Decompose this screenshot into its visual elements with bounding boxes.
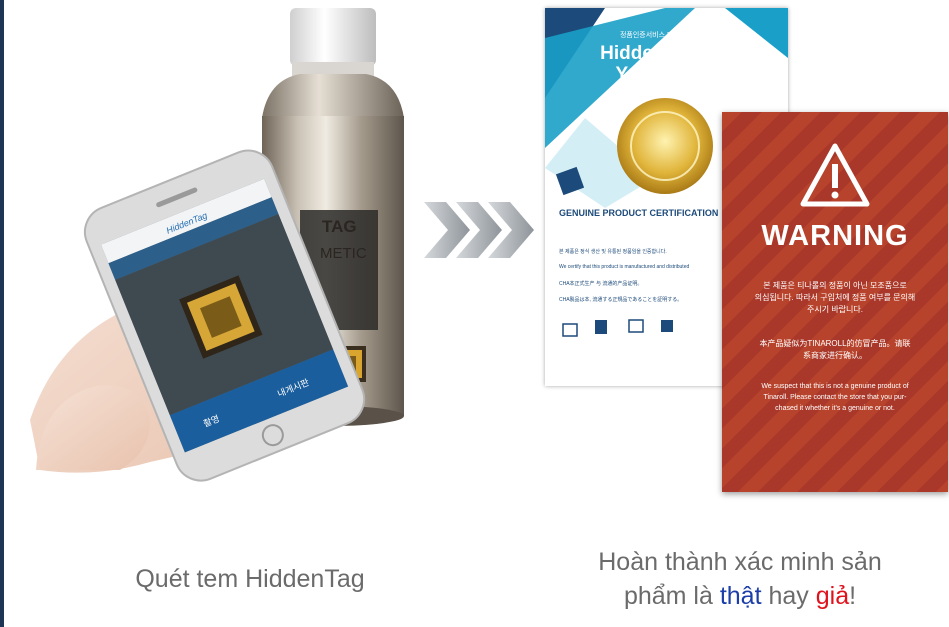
warning-zh-line2: 系商家进行确认。	[803, 351, 867, 360]
real-word: thật	[719, 582, 762, 610]
chevron-arrows-icon	[424, 202, 534, 258]
verify-caption-suffix: !	[849, 582, 857, 610]
bottle-label-line1: TAG	[322, 217, 357, 236]
warning-title: WARNING	[761, 220, 909, 252]
warning-ko-line2: 의심됩니다. 따라서 구입처에 정품 여부를 문의해	[754, 293, 916, 302]
certificate-line1: 본 제품은 정식 생산 및 유통된 정품임을 인증합니다.	[559, 249, 667, 255]
scan-caption: Quét tem HiddenTag	[135, 565, 365, 593]
warning-zh-line1: 本产品疑似为TINAROLL的仿冒产品。请联	[759, 339, 911, 348]
verify-caption-prefix: phẩm là	[623, 582, 720, 610]
verify-caption-line1: Hoàn thành xác minh sản	[598, 548, 882, 576]
verify-caption-middle: hay	[761, 582, 816, 610]
certificate-line3: CHA本正式生产 与 流通的产品证明。	[559, 281, 643, 287]
warning-en-line1: We suspect that this is not a genuine pr…	[761, 383, 909, 390]
certificate-heading: GENUINE PRODUCT CERTIFICATION	[559, 208, 719, 218]
warning-ko-line3: 주시기 바랍니다.	[807, 305, 863, 314]
bottle-label-line2: METIC	[320, 245, 367, 262]
certificate-title-line2: Your Brand	[615, 64, 718, 85]
warning-en-line3: chased it whether it's a genuine or not.	[775, 405, 895, 412]
verify-caption: Hoàn thành xác minh sản phẩm là thật hay…	[545, 545, 935, 613]
certificate-title-line1: Hidden Tag for	[600, 43, 733, 64]
warning-en-line2: Tinaroll. Please contact the store that …	[763, 394, 907, 401]
certificate-line2: We certify that this product is manufact…	[559, 264, 690, 270]
verify-caption-line2: phẩm là thật hay giả!	[545, 579, 935, 613]
warning-card: WARNING 본 제품은 티나롤의 정품이 아닌 모조품으로 의심됩니다. 따…	[722, 112, 948, 492]
warning-ko-line1: 본 제품은 티나롤의 정품이 아닌 모조품으로	[763, 281, 907, 290]
fake-word: giả	[815, 582, 850, 610]
certificate-line4: CHA製品は本, 流通する正規品であることを証明する。	[559, 297, 683, 303]
certificate-kicker: 정품인증서비스 NO 1. 히든태그	[619, 32, 713, 39]
